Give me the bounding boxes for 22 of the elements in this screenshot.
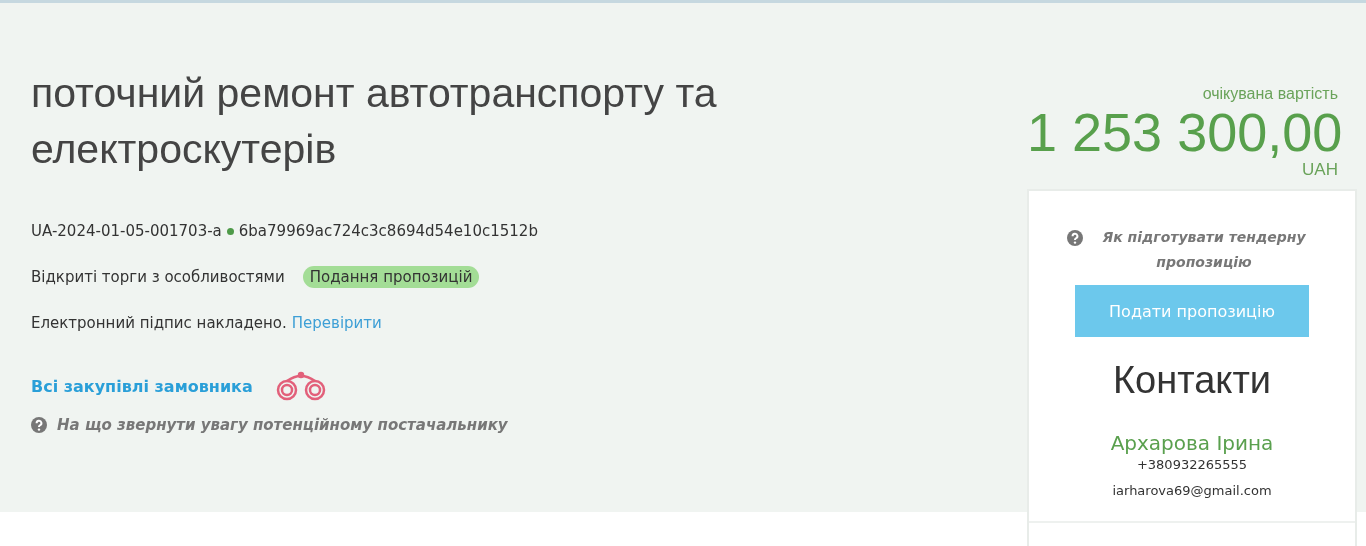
binoculars-icon[interactable] bbox=[274, 371, 327, 401]
tender-id: UA-2024-01-05-001703-a bbox=[31, 222, 222, 240]
contacts-title: Контакти bbox=[1112, 358, 1272, 403]
signature-text: Електронний підпис накладено. bbox=[31, 314, 287, 332]
value-label: очікувана вартість bbox=[1201, 85, 1339, 103]
status-badge: Подання пропозицій bbox=[302, 266, 480, 288]
help-icon bbox=[31, 417, 47, 433]
verify-link[interactable]: Перевірити bbox=[291, 314, 382, 332]
contact-email: iarharova69@gmail.com bbox=[1112, 482, 1272, 500]
tender-hash: 6ba79969ac724c3c8694d54e10c1512b bbox=[238, 222, 538, 240]
procedure-type: Відкриті торги з особливостями bbox=[31, 268, 285, 286]
help-icon bbox=[1067, 230, 1083, 246]
status-dot bbox=[226, 227, 234, 235]
currency: UAH bbox=[1301, 161, 1339, 179]
submit-button[interactable]: Подати пропозицію bbox=[1075, 285, 1309, 337]
expected-amount: 1 253 300,00 bbox=[1027, 103, 1344, 161]
contact-phone: +380932265555 bbox=[1136, 456, 1248, 474]
contact-name: Архарова Ірина bbox=[1110, 431, 1274, 455]
tender-title: поточний ремонт автотранспорту та електроскутерів bbox=[31, 69, 718, 174]
supplier-help-link[interactable]: На що звернути увагу потенційному постачальнику bbox=[57, 416, 508, 434]
tender-help-link[interactable]: Як підготувати тендерну пропозицію bbox=[1091, 225, 1317, 275]
customer-link[interactable]: Всі закупівлі замовника bbox=[31, 376, 253, 396]
